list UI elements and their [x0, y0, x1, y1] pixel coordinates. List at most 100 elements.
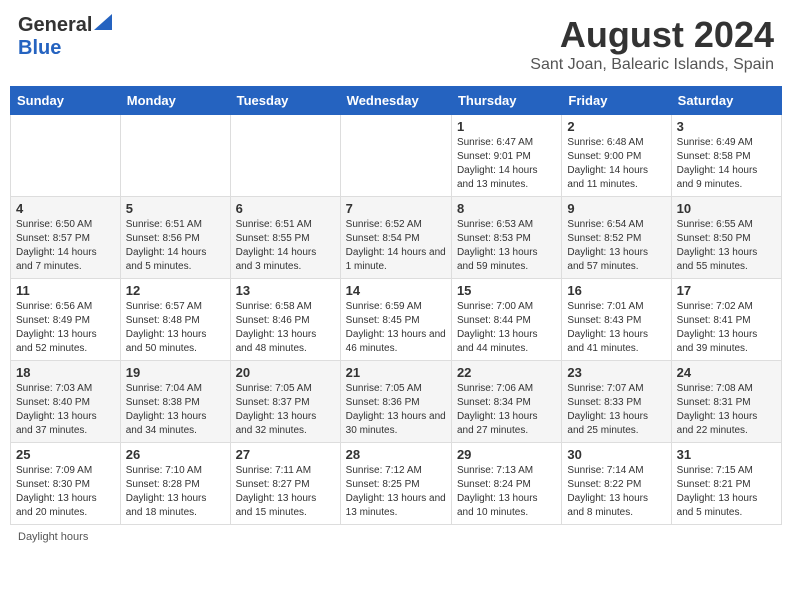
day-number: 7 [346, 201, 446, 216]
day-info: Sunrise: 6:51 AM Sunset: 8:56 PM Dayligh… [126, 218, 225, 274]
day-number: 17 [677, 283, 776, 298]
day-info: Sunrise: 6:50 AM Sunset: 8:57 PM Dayligh… [16, 218, 115, 274]
calendar-cell: 6Sunrise: 6:51 AM Sunset: 8:55 PM Daylig… [230, 197, 340, 279]
day-info: Sunrise: 7:09 AM Sunset: 8:30 PM Dayligh… [16, 464, 115, 520]
calendar-cell: 7 Sunrise: 6:52 AM Sunset: 8:54 PM Daylig… [340, 197, 451, 279]
calendar-cell: 22Sunrise: 7:06 AM Sunset: 8:34 PM Dayli… [451, 361, 561, 443]
calendar-cell: 13 Sunrise: 6:58 AM Sunset: 8:46 PM Dayli… [230, 279, 340, 361]
day-number: 31 [677, 447, 776, 462]
calendar-cell [340, 115, 451, 197]
calendar-cell: 28Sunrise: 7:12 AM Sunset: 8:25 PM Dayli… [340, 443, 451, 525]
calendar-cell: 4Sunrise: 6:50 AM Sunset: 8:57 PM Daylig… [11, 197, 121, 279]
calendar-title: August 2024 [530, 14, 774, 56]
day-number: 1 [457, 119, 556, 134]
logo-triangle-icon [94, 14, 112, 35]
calendar-cell: 11Sunrise: 6:56 AM Sunset: 8:49 PM Dayli… [11, 279, 121, 361]
day-number: 16 [567, 283, 665, 298]
calendar-cell: 1Sunrise: 6:47 AM Sunset: 9:01 PM Daylig… [451, 115, 561, 197]
calendar-cell: 3 Sunrise: 6:49 AM Sunset: 8:58 PM Daylig… [671, 115, 781, 197]
calendar-cell: 30 Sunrise: 7:14 AM Sunset: 8:22 PM Dayli… [562, 443, 671, 525]
column-header-friday: Friday [562, 87, 671, 115]
day-number: 21 [346, 365, 446, 380]
day-number: 15 [457, 283, 556, 298]
calendar-cell: 16 Sunrise: 7:01 AM Sunset: 8:43 PM Dayli… [562, 279, 671, 361]
page-header: General Blue August 2024 Sant Joan, Bale… [10, 10, 782, 78]
week-row-1: 1Sunrise: 6:47 AM Sunset: 9:01 PM Daylig… [11, 115, 782, 197]
logo: General Blue [18, 14, 112, 60]
day-info: Sunrise: 7:01 AM Sunset: 8:43 PM Dayligh… [567, 300, 665, 356]
calendar-cell: 12 Sunrise: 6:57 AM Sunset: 8:48 PM Dayli… [120, 279, 230, 361]
logo-text-blue: Blue [18, 37, 61, 59]
calendar-cell: 31 Sunrise: 7:15 AM Sunset: 8:21 PM Dayli… [671, 443, 781, 525]
day-info: Sunrise: 6:57 AM Sunset: 8:48 PM Dayligh… [126, 300, 225, 356]
day-number: 23 [567, 365, 665, 380]
day-number: 13 [236, 283, 335, 298]
day-info: Sunrise: 7:04 AM Sunset: 8:38 PM Dayligh… [126, 382, 225, 438]
day-info: Sunrise: 6:54 AM Sunset: 8:52 PM Dayligh… [567, 218, 665, 274]
footer: Daylight hours [10, 531, 782, 543]
calendar-cell: 25 Sunrise: 7:09 AM Sunset: 8:30 PM Dayli… [11, 443, 121, 525]
day-info: Sunrise: 7:11 AM Sunset: 8:27 PM Dayligh… [236, 464, 335, 520]
week-row-4: 18Sunrise: 7:03 AM Sunset: 8:40 PM Dayli… [11, 361, 782, 443]
calendar-cell: 2 Sunrise: 6:48 AM Sunset: 9:00 PM Daylig… [562, 115, 671, 197]
day-number: 3 [677, 119, 776, 134]
day-info: Sunrise: 6:51 AM Sunset: 8:55 PM Dayligh… [236, 218, 335, 274]
calendar-cell: 10Sunrise: 6:55 AM Sunset: 8:50 PM Dayli… [671, 197, 781, 279]
column-header-wednesday: Wednesday [340, 87, 451, 115]
day-info: Sunrise: 7:12 AM Sunset: 8:25 PM Dayligh… [346, 464, 446, 520]
calendar-cell: 18Sunrise: 7:03 AM Sunset: 8:40 PM Dayli… [11, 361, 121, 443]
column-header-monday: Monday [120, 87, 230, 115]
calendar-cell [230, 115, 340, 197]
day-number: 9 [567, 201, 665, 216]
calendar-cell: 20 Sunrise: 7:05 AM Sunset: 8:37 PM Dayli… [230, 361, 340, 443]
day-info: Sunrise: 7:07 AM Sunset: 8:33 PM Dayligh… [567, 382, 665, 438]
day-info: Sunrise: 6:48 AM Sunset: 9:00 PM Dayligh… [567, 136, 665, 192]
day-number: 30 [567, 447, 665, 462]
day-info: Sunrise: 6:56 AM Sunset: 8:49 PM Dayligh… [16, 300, 115, 356]
calendar-cell: 24Sunrise: 7:08 AM Sunset: 8:31 PM Dayli… [671, 361, 781, 443]
column-header-saturday: Saturday [671, 87, 781, 115]
day-info: Sunrise: 6:58 AM Sunset: 8:46 PM Dayligh… [236, 300, 335, 356]
day-number: 27 [236, 447, 335, 462]
column-header-tuesday: Tuesday [230, 87, 340, 115]
calendar-cell: 29 Sunrise: 7:13 AM Sunset: 8:24 PM Dayli… [451, 443, 561, 525]
day-info: Sunrise: 6:52 AM Sunset: 8:54 PM Dayligh… [346, 218, 446, 274]
calendar-header-row: SundayMondayTuesdayWednesdayThursdayFrid… [11, 87, 782, 115]
day-number: 2 [567, 119, 665, 134]
column-header-thursday: Thursday [451, 87, 561, 115]
title-area: August 2024 Sant Joan, Balearic Islands,… [530, 14, 774, 74]
day-number: 25 [16, 447, 115, 462]
day-info: Sunrise: 6:53 AM Sunset: 8:53 PM Dayligh… [457, 218, 556, 274]
calendar-body: 1Sunrise: 6:47 AM Sunset: 9:01 PM Daylig… [11, 115, 782, 525]
day-info: Sunrise: 7:13 AM Sunset: 8:24 PM Dayligh… [457, 464, 556, 520]
day-number: 8 [457, 201, 556, 216]
day-number: 29 [457, 447, 556, 462]
day-info: Sunrise: 6:49 AM Sunset: 8:58 PM Dayligh… [677, 136, 776, 192]
daylight-hours-label: Daylight hours [18, 531, 88, 543]
calendar-cell: 17Sunrise: 7:02 AM Sunset: 8:41 PM Dayli… [671, 279, 781, 361]
day-info: Sunrise: 7:05 AM Sunset: 8:37 PM Dayligh… [236, 382, 335, 438]
day-info: Sunrise: 7:15 AM Sunset: 8:21 PM Dayligh… [677, 464, 776, 520]
day-number: 5 [126, 201, 225, 216]
week-row-5: 25 Sunrise: 7:09 AM Sunset: 8:30 PM Dayli… [11, 443, 782, 525]
calendar-cell: 9 Sunrise: 6:54 AM Sunset: 8:52 PM Daylig… [562, 197, 671, 279]
calendar-cell [11, 115, 121, 197]
day-number: 18 [16, 365, 115, 380]
calendar-cell [120, 115, 230, 197]
day-info: Sunrise: 6:55 AM Sunset: 8:50 PM Dayligh… [677, 218, 776, 274]
day-info: Sunrise: 6:59 AM Sunset: 8:45 PM Dayligh… [346, 300, 446, 356]
day-info: Sunrise: 7:14 AM Sunset: 8:22 PM Dayligh… [567, 464, 665, 520]
calendar-cell: 8 Sunrise: 6:53 AM Sunset: 8:53 PM Daylig… [451, 197, 561, 279]
day-number: 12 [126, 283, 225, 298]
day-info: Sunrise: 7:08 AM Sunset: 8:31 PM Dayligh… [677, 382, 776, 438]
calendar-table: SundayMondayTuesdayWednesdayThursdayFrid… [10, 86, 782, 525]
calendar-subtitle: Sant Joan, Balearic Islands, Spain [530, 56, 774, 74]
column-header-sunday: Sunday [11, 87, 121, 115]
calendar-cell: 15Sunrise: 7:00 AM Sunset: 8:44 PM Dayli… [451, 279, 561, 361]
day-number: 14 [346, 283, 446, 298]
calendar-cell: 26Sunrise: 7:10 AM Sunset: 8:28 PM Dayli… [120, 443, 230, 525]
day-number: 19 [126, 365, 225, 380]
day-number: 20 [236, 365, 335, 380]
calendar-cell: 19 Sunrise: 7:04 AM Sunset: 8:38 PM Dayli… [120, 361, 230, 443]
week-row-3: 11Sunrise: 6:56 AM Sunset: 8:49 PM Dayli… [11, 279, 782, 361]
